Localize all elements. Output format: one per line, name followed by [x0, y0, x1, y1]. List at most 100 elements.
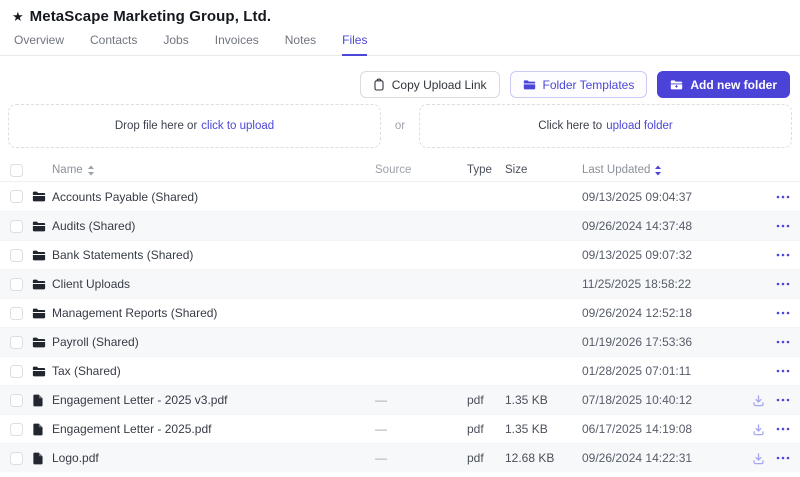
table-row[interactable]: Engagement Letter - 2025.pdf — pdf 1.35 … [0, 414, 800, 443]
folder-templates-button[interactable]: Folder Templates [509, 71, 648, 98]
tab-contacts[interactable]: Contacts [90, 34, 137, 55]
file-icon [32, 452, 43, 465]
copy-icon [373, 78, 385, 91]
click-to-upload-link[interactable]: click to upload [201, 120, 274, 132]
row-last-updated: 11/25/2025 18:58:22 [582, 277, 692, 291]
row-menu-button[interactable] [776, 282, 790, 286]
row-last-updated: 09/26/2024 12:52:18 [582, 306, 693, 320]
folder-dropzone[interactable]: Click here to upload folder [419, 104, 792, 148]
table-header-row: Name Source Type Size Last Updated [0, 159, 800, 182]
table-row[interactable]: Tax (Shared) 01/28/2025 07:01:11 [0, 356, 800, 385]
folder-icon [32, 190, 46, 203]
row-checkbox[interactable] [10, 219, 23, 233]
row-menu-button[interactable] [776, 369, 790, 373]
row-checkbox[interactable] [10, 422, 23, 436]
row-checkbox[interactable] [10, 190, 23, 203]
row-size: 12.68 KB [505, 451, 555, 465]
row-name: Payroll (Shared) [52, 335, 139, 349]
row-name: Client Uploads [52, 277, 131, 291]
row-checkbox[interactable] [10, 335, 23, 349]
tab-jobs[interactable]: Jobs [163, 34, 188, 55]
files-table: Name Source Type Size Last Updated Accou… [0, 159, 800, 472]
table-row[interactable]: Client Uploads 11/25/2025 18:58:22 [0, 269, 800, 298]
add-new-folder-button[interactable]: Add new folder [657, 71, 790, 98]
row-type: pdf [467, 422, 484, 436]
row-checkbox[interactable] [10, 364, 23, 378]
row-source: — [375, 451, 387, 465]
row-last-updated: 06/17/2025 14:19:08 [582, 422, 693, 436]
row-last-updated: 01/28/2025 07:01:11 [582, 364, 692, 378]
row-menu-button[interactable] [776, 311, 790, 315]
row-type: pdf [467, 451, 484, 465]
row-checkbox[interactable] [10, 277, 23, 291]
row-menu-button[interactable] [776, 456, 790, 460]
table-row[interactable]: Engagement Letter - 2025 v3.pdf — pdf 1.… [0, 385, 800, 414]
tab-overview[interactable]: Overview [14, 34, 64, 55]
row-checkbox[interactable] [10, 393, 23, 407]
row-name: Accounts Payable (Shared) [52, 189, 199, 204]
tab-notes[interactable]: Notes [285, 34, 316, 55]
file-icon [32, 423, 43, 436]
row-menu-button[interactable] [776, 398, 790, 402]
upload-section: Drop file here or click to upload or Cli… [0, 98, 800, 148]
tab-bar: Overview Contacts Jobs Invoices Notes Fi… [0, 34, 800, 56]
folder-icon [32, 249, 46, 262]
row-last-updated: 09/26/2024 14:37:48 [582, 219, 693, 233]
sort-icon-active [654, 165, 662, 176]
source-column-label: Source [375, 164, 412, 176]
copy-upload-link-label: Copy Upload Link [391, 77, 487, 92]
row-last-updated: 09/26/2024 14:22:31 [582, 451, 693, 465]
select-all-checkbox[interactable] [10, 163, 23, 177]
row-source: — [375, 393, 387, 407]
row-type: pdf [467, 393, 484, 407]
row-checkbox[interactable] [10, 248, 23, 262]
row-last-updated: 09/13/2025 09:04:37 [582, 189, 693, 204]
table-row[interactable]: Payroll (Shared) 01/19/2026 17:53:36 [0, 327, 800, 356]
row-menu-button[interactable] [776, 224, 790, 228]
download-icon-button[interactable] [752, 452, 765, 465]
table-row[interactable]: Audits (Shared) 09/26/2024 14:37:48 [0, 211, 800, 240]
row-name: Engagement Letter - 2025 v3.pdf [52, 393, 228, 407]
tab-invoices[interactable]: Invoices [215, 34, 259, 55]
table-row[interactable]: Logo.pdf — pdf 12.68 KB 09/26/2024 14:22… [0, 443, 800, 472]
row-last-updated: 07/18/2025 10:40:12 [582, 393, 693, 407]
folder-icon [32, 307, 46, 320]
row-checkbox[interactable] [10, 306, 23, 320]
download-icon-button[interactable] [752, 423, 765, 436]
toolbar: Copy Upload Link Folder Templates Add ne… [0, 56, 800, 98]
file-dropzone[interactable]: Drop file here or click to upload [8, 104, 381, 148]
name-column-header[interactable]: Name [52, 164, 95, 176]
row-source: — [375, 422, 387, 436]
size-column-label: Size [505, 164, 528, 176]
dropzone-separator: or [394, 120, 406, 132]
folder-plus-icon [670, 79, 683, 91]
upload-folder-link[interactable]: upload folder [606, 120, 673, 132]
folder-templates-label: Folder Templates [542, 77, 635, 92]
download-icon-button[interactable] [752, 394, 765, 407]
row-menu-button[interactable] [776, 340, 790, 344]
table-row[interactable]: Management Reports (Shared) 09/26/2024 1… [0, 298, 800, 327]
row-checkbox[interactable] [10, 451, 23, 465]
tab-files[interactable]: Files [342, 34, 368, 56]
row-last-updated: 01/19/2026 17:53:36 [582, 335, 693, 349]
folder-dropzone-text: Click here to [538, 120, 603, 132]
folder-icon [32, 220, 46, 233]
row-menu-button[interactable] [776, 195, 790, 199]
row-last-updated: 09/13/2025 09:07:32 [582, 248, 693, 262]
file-dropzone-text: Drop file here or [114, 120, 198, 132]
type-column-label: Type [467, 164, 492, 176]
folder-icon [32, 336, 46, 349]
last-updated-column-label: Last Updated [582, 164, 651, 176]
last-updated-column-header[interactable]: Last Updated [582, 164, 662, 176]
add-new-folder-label: Add new folder [690, 77, 777, 92]
row-size: 1.35 KB [505, 393, 548, 407]
row-menu-button[interactable] [776, 253, 790, 257]
table-row[interactable]: Bank Statements (Shared) 09/13/2025 09:0… [0, 240, 800, 269]
folder-icon [32, 278, 46, 291]
copy-upload-link-button[interactable]: Copy Upload Link [359, 71, 500, 98]
name-column-label: Name [52, 164, 83, 176]
row-menu-button[interactable] [776, 427, 790, 431]
file-icon [32, 394, 43, 407]
row-name: Engagement Letter - 2025.pdf [52, 422, 212, 436]
table-row[interactable]: Accounts Payable (Shared) 09/13/2025 09:… [0, 182, 800, 211]
